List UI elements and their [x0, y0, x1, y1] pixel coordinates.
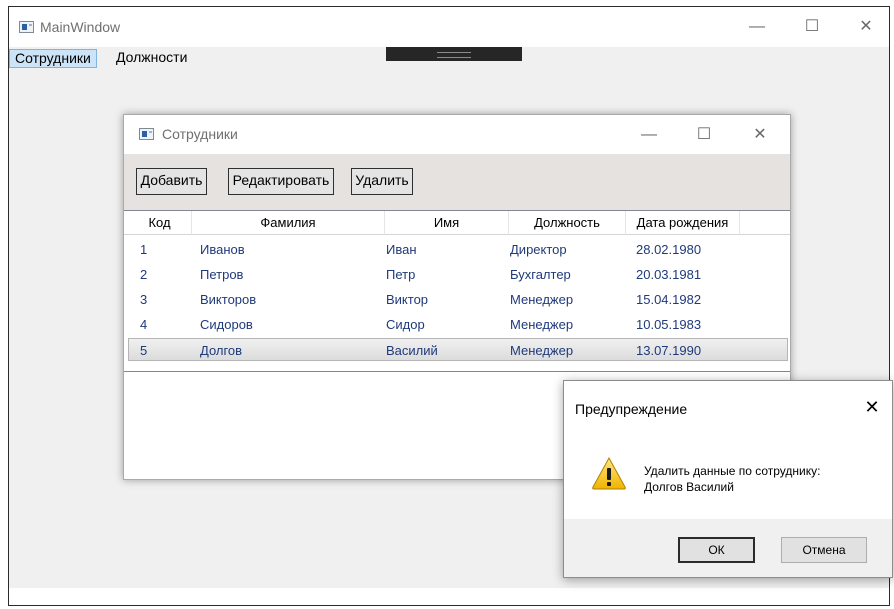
menu-item-employees[interactable]: Сотрудники: [9, 49, 97, 68]
cell-code: 1: [140, 242, 148, 257]
cell-position: Бухгалтер: [510, 267, 571, 282]
dialog-message-line1: Удалить данные по сотруднику:: [644, 464, 821, 478]
cell-position: Директор: [510, 242, 567, 257]
minimize-icon[interactable]: —: [734, 7, 780, 47]
cell-surname: Долгов: [200, 343, 243, 358]
app-icon: [139, 128, 154, 140]
cell-position: Менеджер: [510, 343, 574, 358]
grid-header: Код Фамилия Имя Должность Дата рождения: [124, 211, 790, 235]
cell-code: 5: [140, 343, 148, 358]
close-icon[interactable]: ✕: [860, 395, 884, 419]
table-row-selected[interactable]: 5 Долгов Василий Менеджер 13.07.1990: [128, 338, 788, 361]
maximize-icon[interactable]: ☐: [789, 7, 835, 47]
maximize-icon[interactable]: ☐: [681, 115, 727, 154]
cell-surname: Иванов: [200, 242, 245, 257]
table-row[interactable]: 4 Сидоров Сидор Менеджер 10.05.1983: [128, 313, 788, 336]
table-row[interactable]: 1 Иванов Иван Директор 28.02.1980: [128, 238, 788, 261]
cell-name: Петр: [386, 267, 416, 282]
cell-code: 4: [140, 317, 148, 332]
table-row[interactable]: 2 Петров Петр Бухгалтер 20.03.1981: [128, 263, 788, 286]
menu-item-positions[interactable]: Должности: [111, 49, 192, 68]
column-header-name[interactable]: Имя: [385, 211, 509, 235]
table-row[interactable]: 3 Викторов Виктор Менеджер 15.04.1982: [128, 288, 788, 311]
cell-birthdate: 28.02.1980: [636, 242, 702, 257]
cell-birthdate: 20.03.1981: [636, 267, 702, 282]
status-strip: [9, 588, 889, 605]
cell-birthdate: 13.07.1990: [636, 343, 702, 358]
dialog-title: Предупреждение: [575, 401, 688, 417]
dialog-message-line2: Долгов Василий: [644, 480, 734, 494]
cell-code: 2: [140, 267, 148, 282]
warning-dialog: Предупреждение ✕ Удалить данные по сотру…: [563, 380, 893, 578]
employees-grid[interactable]: Код Фамилия Имя Должность Дата рождения …: [124, 210, 790, 371]
close-icon[interactable]: ✕: [843, 7, 889, 47]
warning-icon: [592, 456, 626, 490]
employees-titlebar[interactable]: Сотрудники — ☐ ✕: [124, 115, 790, 154]
cell-name: Василий: [386, 343, 438, 358]
cell-birthdate: 15.04.1982: [636, 292, 702, 307]
window-title: MainWindow: [40, 19, 121, 35]
add-button[interactable]: Добавить: [136, 168, 207, 195]
dialog-footer: ОК Отмена: [564, 519, 892, 577]
drag-handle[interactable]: [386, 47, 522, 61]
employees-window-title: Сотрудники: [162, 126, 238, 142]
cell-birthdate: 10.05.1983: [636, 317, 702, 332]
minimize-icon[interactable]: —: [626, 115, 672, 154]
cell-position: Менеджер: [510, 292, 574, 307]
cell-surname: Викторов: [200, 292, 257, 307]
cancel-button[interactable]: Отмена: [781, 537, 867, 563]
cell-name: Сидор: [386, 317, 425, 332]
column-header-birthdate[interactable]: Дата рождения: [626, 211, 740, 235]
cell-surname: Сидоров: [200, 317, 253, 332]
column-header-code[interactable]: Код: [128, 211, 192, 235]
close-icon[interactable]: ✕: [737, 115, 783, 154]
cell-surname: Петров: [200, 267, 244, 282]
cell-name: Иван: [386, 242, 417, 257]
column-header-surname[interactable]: Фамилия: [192, 211, 385, 235]
grid-bottom-border: [124, 371, 790, 372]
cell-name: Виктор: [386, 292, 429, 307]
edit-button[interactable]: Редактировать: [228, 168, 334, 195]
main-titlebar[interactable]: MainWindow — ☐ ✕: [9, 7, 889, 47]
ok-button[interactable]: ОК: [678, 537, 755, 563]
delete-button[interactable]: Удалить: [351, 168, 413, 195]
column-header-position[interactable]: Должность: [509, 211, 626, 235]
toolbar: Добавить Редактировать Удалить: [124, 154, 790, 210]
cell-position: Менеджер: [510, 317, 574, 332]
app-icon: [19, 21, 34, 33]
cell-code: 3: [140, 292, 148, 307]
